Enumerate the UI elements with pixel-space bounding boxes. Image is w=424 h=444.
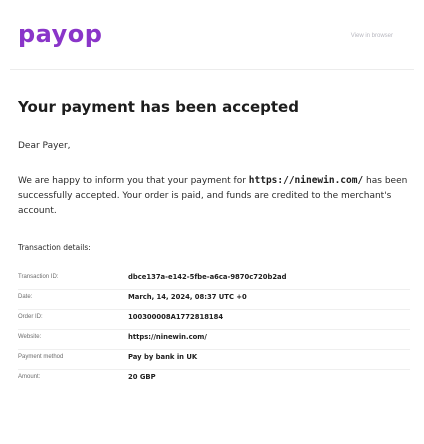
- greeting-text: Dear Payer,: [18, 141, 71, 151]
- detail-label: Date:: [18, 294, 33, 300]
- detail-value: dbce137a-e142-5fbe-a6ca-9870c720b2ad: [128, 273, 287, 281]
- transaction-details-table: Transaction ID: dbce137a-e142-5fbe-a6ca-…: [18, 270, 410, 390]
- detail-label: Payment method: [18, 354, 64, 360]
- detail-value: March, 14, 2024, 08:37 UTC +0: [128, 293, 247, 301]
- detail-label: Order ID:: [18, 314, 43, 320]
- detail-label: Website:: [18, 334, 42, 340]
- transaction-details-title: Transaction details:: [18, 243, 91, 252]
- header-divider: [10, 69, 414, 70]
- detail-value: 20 GBP: [128, 373, 156, 381]
- detail-row-date: Date: March, 14, 2024, 08:37 UTC +0: [18, 290, 410, 310]
- email-header: payop View in browser: [0, 0, 424, 60]
- detail-row-amount: Amount: 20 GBP: [18, 370, 410, 390]
- detail-value: Pay by bank in UK: [128, 353, 198, 361]
- view-in-browser-link[interactable]: View in browser: [351, 33, 393, 39]
- merchant-link[interactable]: https://ninewin.com/: [249, 175, 363, 186]
- detail-row-transaction-id: Transaction ID: dbce137a-e142-5fbe-a6ca-…: [18, 270, 410, 290]
- detail-row-payment-method: Payment method Pay by bank in UK: [18, 350, 410, 370]
- detail-value: 100300008A1772818184: [128, 313, 224, 321]
- message-paragraph: We are happy to inform you that your pay…: [18, 174, 410, 218]
- message-part-1: We are happy to inform you that your pay…: [18, 176, 249, 186]
- detail-row-website: Website: https://ninewin.com/: [18, 330, 410, 350]
- detail-label: Amount:: [18, 374, 41, 380]
- detail-value[interactable]: https://ninewin.com/: [128, 333, 207, 341]
- payop-logo: payop: [18, 20, 103, 48]
- detail-row-order-id: Order ID: 100300008A1772818184: [18, 310, 410, 330]
- email-page: payop View in browser Your payment has b…: [0, 0, 424, 444]
- page-title: Your payment has been accepted: [18, 98, 299, 116]
- detail-label: Transaction ID:: [18, 274, 59, 280]
